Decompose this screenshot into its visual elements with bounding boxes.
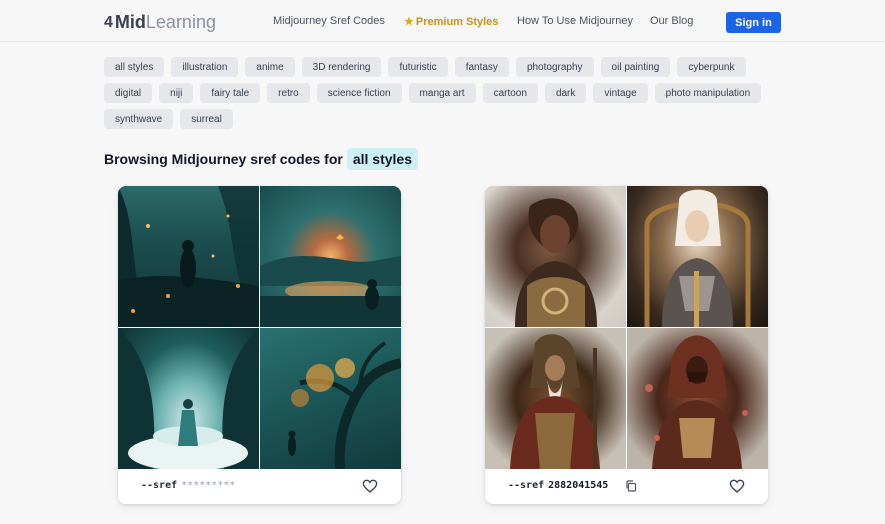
grid-image bbox=[485, 186, 626, 327]
grid-image bbox=[260, 186, 401, 327]
sref-card[interactable]: --sref ********* bbox=[118, 186, 401, 504]
grid-image bbox=[627, 328, 768, 469]
sref-label: --sref bbox=[508, 480, 545, 491]
image-grid[interactable] bbox=[118, 186, 401, 469]
page-heading: Browsing Midjourney sref codes for all s… bbox=[104, 148, 418, 170]
nav-how-to-use[interactable]: How To Use Midjourney bbox=[517, 15, 633, 27]
site-logo[interactable]: 4 Mid Learning bbox=[104, 12, 216, 33]
style-tag-list: all styles illustration anime 3D renderi… bbox=[104, 57, 784, 129]
tag-vintage[interactable]: vintage bbox=[593, 83, 648, 103]
tag-science-fiction[interactable]: science fiction bbox=[316, 83, 402, 103]
card-footer: --sref 2882041545 bbox=[485, 469, 768, 504]
tag-dark[interactable]: dark bbox=[544, 83, 587, 103]
sref-code-text[interactable]: --sref 2882041545 bbox=[508, 480, 608, 491]
tag-photo-manipulation[interactable]: photo manipulation bbox=[654, 83, 762, 103]
nav-sref-codes[interactable]: Midjourney Sref Codes bbox=[273, 15, 385, 27]
card-footer: --sref ********* bbox=[118, 469, 401, 504]
logo-mark-icon: 4 bbox=[104, 13, 113, 31]
nav-blog[interactable]: Our Blog bbox=[650, 15, 693, 27]
tag-photography[interactable]: photography bbox=[515, 57, 594, 77]
tag-oil-painting[interactable]: oil painting bbox=[600, 57, 671, 77]
sref-card[interactable]: --sref 2882041545 bbox=[485, 186, 768, 504]
tag-fairy-tale[interactable]: fairy tale bbox=[200, 83, 261, 103]
sign-in-button[interactable]: Sign in bbox=[726, 12, 781, 33]
grid-image bbox=[627, 186, 768, 327]
tag-futuristic[interactable]: futuristic bbox=[388, 57, 448, 77]
grid-image bbox=[260, 328, 401, 469]
tag-synthwave[interactable]: synthwave bbox=[104, 109, 174, 129]
site-header: 4 Mid Learning Midjourney Sref Codes ★ Pr… bbox=[0, 0, 885, 42]
grid-image bbox=[118, 328, 259, 469]
tag-cartoon[interactable]: cartoon bbox=[482, 83, 538, 103]
grid-image bbox=[485, 328, 626, 469]
logo-text-mid: Mid bbox=[114, 12, 146, 32]
heart-icon[interactable] bbox=[362, 478, 378, 494]
heading-highlight: all styles bbox=[346, 148, 418, 170]
tag-niji[interactable]: niji bbox=[159, 83, 194, 103]
nav-premium-label: Premium Styles bbox=[415, 16, 499, 28]
logo-text-learning: Learning bbox=[145, 12, 216, 32]
tag-cyberpunk[interactable]: cyberpunk bbox=[677, 57, 746, 77]
nav-premium-styles[interactable]: ★ Premium Styles bbox=[404, 15, 498, 28]
sref-code-text[interactable]: --sref ********* bbox=[141, 480, 235, 491]
heading-text: Browsing Midjourney sref codes for bbox=[104, 151, 343, 167]
grid-image bbox=[118, 186, 259, 327]
star-icon: ★ bbox=[404, 16, 414, 28]
tag-anime[interactable]: anime bbox=[245, 57, 295, 77]
tag-surreal[interactable]: surreal bbox=[180, 109, 233, 129]
tag-all-styles[interactable]: all styles bbox=[104, 57, 165, 77]
tag-digital[interactable]: digital bbox=[104, 83, 153, 103]
sref-code-value: ********* bbox=[181, 480, 236, 491]
copy-icon[interactable] bbox=[625, 480, 637, 492]
heart-icon[interactable] bbox=[729, 478, 745, 494]
sref-label: --sref bbox=[141, 480, 178, 491]
tag-fantasy[interactable]: fantasy bbox=[454, 57, 509, 77]
tag-3d-rendering[interactable]: 3D rendering bbox=[301, 57, 382, 77]
tag-illustration[interactable]: illustration bbox=[171, 57, 239, 77]
tag-retro[interactable]: retro bbox=[267, 83, 310, 103]
tag-manga-art[interactable]: manga art bbox=[408, 83, 476, 103]
image-grid[interactable] bbox=[485, 186, 768, 469]
sref-code-value: 2882041545 bbox=[548, 480, 609, 491]
